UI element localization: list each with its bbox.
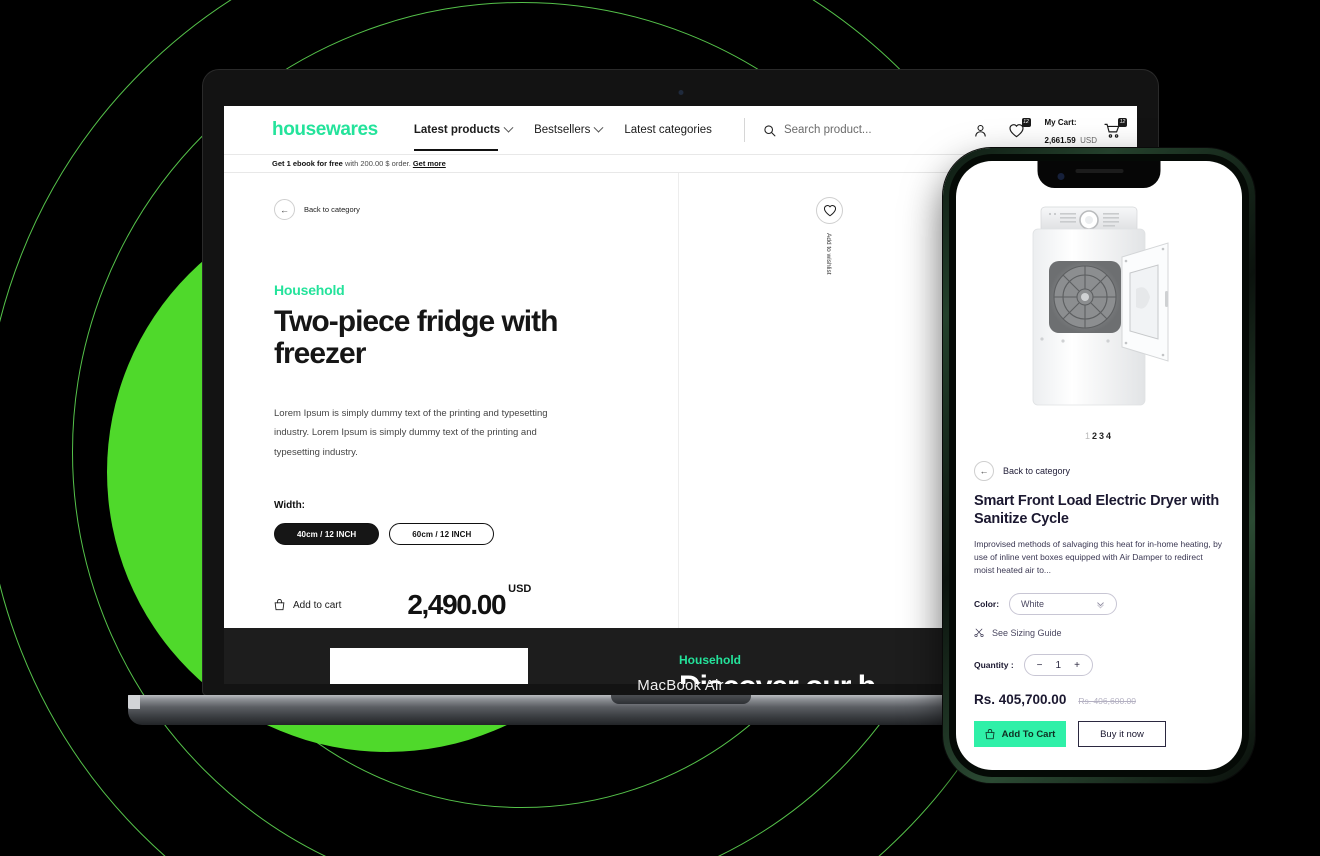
gallery-dot-1[interactable]: 1 xyxy=(1085,431,1092,441)
front-camera-icon xyxy=(1057,173,1065,180)
price-currency: USD xyxy=(508,582,532,595)
product-price: 2,490.00USD xyxy=(407,583,531,621)
add-to-cart-label: Add to cart xyxy=(293,599,342,611)
basket-icon xyxy=(274,599,285,611)
phone-back-label: Back to category xyxy=(1003,466,1071,476)
phone-quantity-stepper[interactable]: − 1 + xyxy=(1023,654,1093,677)
account-button[interactable] xyxy=(973,123,988,138)
cart-button[interactable]: My Cart: 2,661.59 USD 12 xyxy=(1044,112,1127,148)
chevron-down-icon xyxy=(593,122,604,133)
macbook-notch xyxy=(610,695,751,704)
phone-buy-now-button[interactable]: Buy it now xyxy=(1078,721,1166,748)
phone-color-label: Color: xyxy=(974,599,1000,610)
arrow-left-icon: ← xyxy=(274,199,295,220)
phone-color-row: Color: White xyxy=(974,593,1224,616)
phone-action-buttons: Add To Cart Buy it now xyxy=(974,721,1224,748)
product-description: Lorem Ipsum is simply dummy text of the … xyxy=(274,407,548,458)
earpiece-speaker-icon xyxy=(1075,169,1123,173)
back-to-category-button[interactable]: ← Back to category xyxy=(274,199,630,220)
scissors-icon xyxy=(974,628,984,638)
nav-item-bestsellers[interactable]: Bestsellers xyxy=(534,122,604,136)
gallery-dot-4[interactable]: 4 xyxy=(1106,431,1113,441)
add-to-wishlist-button[interactable] xyxy=(816,197,843,224)
promo-link[interactable]: Get more xyxy=(413,159,446,168)
phone-product-content: ← Back to category Smart Front Load Elec… xyxy=(956,461,1242,748)
wishlist-button[interactable]: 12 xyxy=(1008,117,1031,138)
page-title: Two-piece fridge with freezer xyxy=(274,305,558,370)
nav-item-label: Latest products xyxy=(413,124,501,136)
cart-currency: USD xyxy=(1080,136,1097,145)
cart-badge: 12 xyxy=(1118,117,1127,127)
promo-category-label: Household xyxy=(679,653,741,667)
cart-title: My Cart: xyxy=(1044,118,1077,127)
phone-product-description: Improvised methods of salvaging this hea… xyxy=(974,539,1223,576)
phone-color-value: White xyxy=(1021,599,1045,610)
phone-color-select[interactable]: White xyxy=(1009,593,1118,616)
back-to-category-label: Back to category xyxy=(304,205,360,214)
wishlist-badge: 12 xyxy=(1021,117,1031,127)
option-group-label: Width: xyxy=(274,500,306,511)
nav-item-label: Latest categories xyxy=(624,124,712,136)
cart-amount: 2,661.59 xyxy=(1044,136,1076,145)
promo-rest: with 200.00 $ order. xyxy=(344,159,411,168)
webcam-icon xyxy=(678,90,683,95)
option-chip-40cm[interactable]: 40cm / 12 INCH xyxy=(274,523,380,545)
product-image-dryer xyxy=(1032,206,1169,406)
promo-bold: Get 1 ebook for free xyxy=(272,159,343,168)
gallery-dots[interactable]: 1234 xyxy=(956,431,1242,441)
phone-sizing-guide-link[interactable]: See Sizing Guide xyxy=(974,628,1224,638)
arrow-left-icon: ← xyxy=(974,461,994,481)
heart-icon xyxy=(823,205,836,217)
quantity-increment-button[interactable]: + xyxy=(1074,660,1080,671)
quantity-decrement-button[interactable]: − xyxy=(1037,660,1043,671)
phone-compare-price: Rs. 406,600.00 xyxy=(1078,696,1136,707)
search-input[interactable]: Search product... xyxy=(763,124,973,137)
phone-quantity-label: Quantity : xyxy=(974,660,1014,671)
add-to-cart-button[interactable]: Add to cart xyxy=(274,599,341,611)
nav-links: Latest products Bestsellers Latest categ… xyxy=(413,122,712,151)
phone-back-to-category-button[interactable]: ← Back to category xyxy=(974,461,1224,481)
product-category[interactable]: Household xyxy=(274,282,630,298)
nav-item-label: Bestsellers xyxy=(534,124,591,136)
nav-item-latest-categories[interactable]: Latest categories xyxy=(624,124,712,136)
phone-price: Rs. 405,700.00 xyxy=(974,692,1067,708)
search-icon xyxy=(764,124,776,136)
chevron-down-icon xyxy=(503,122,514,133)
search-placeholder: Search product... xyxy=(783,124,872,136)
poster-canvas: housewares Latest products Bestsellers L… xyxy=(0,0,1320,856)
chevron-down-icon xyxy=(1097,601,1104,609)
phone-quantity-row: Quantity : − 1 + xyxy=(974,654,1224,677)
iphone-notch xyxy=(1037,161,1161,188)
macbook-foot-left xyxy=(128,695,140,709)
gallery-dot-3[interactable]: 3 xyxy=(1099,431,1106,441)
phone-add-to-cart-label: Add To Cart xyxy=(1001,728,1056,740)
add-to-wishlist-label: Add to wishlist xyxy=(825,233,832,275)
phone-product-title: Smart Front Load Electric Dryer with San… xyxy=(974,493,1219,527)
option-group-width: 40cm / 12 INCH 60cm / 12 INCH xyxy=(274,523,630,545)
nav-item-latest-products[interactable]: Latest products xyxy=(413,122,514,151)
navbar: housewares Latest products Bestsellers L… xyxy=(224,106,1137,154)
user-icon xyxy=(974,124,986,137)
option-chip-60cm[interactable]: 60cm / 12 INCH xyxy=(389,523,495,545)
phone-sizing-guide-label: See Sizing Guide xyxy=(992,628,1062,639)
quantity-value: 1 xyxy=(1055,659,1062,671)
phone-add-to-cart-button[interactable]: Add To Cart xyxy=(974,721,1066,748)
basket-icon xyxy=(985,728,995,739)
nav-divider xyxy=(743,118,745,142)
purchase-row: Add to cart 2,490.00USD xyxy=(274,583,630,621)
product-info-panel: ← Back to category Household Two-piece f… xyxy=(224,173,679,628)
iphone-device: 1234 ← Back to category Smart Front Load… xyxy=(943,148,1255,783)
phone-price-row: Rs. 405,700.00 Rs. 406,600.00 xyxy=(974,692,1224,707)
navbar-actions: 12 My Cart: 2,661.59 USD 12 xyxy=(973,112,1131,148)
price-value: 2,490.00 xyxy=(407,589,506,620)
gallery-dot-2[interactable]: 2 xyxy=(1092,431,1099,441)
brand-logo[interactable]: housewares xyxy=(272,119,378,141)
iphone-screen: 1234 ← Back to category Smart Front Load… xyxy=(956,161,1242,770)
